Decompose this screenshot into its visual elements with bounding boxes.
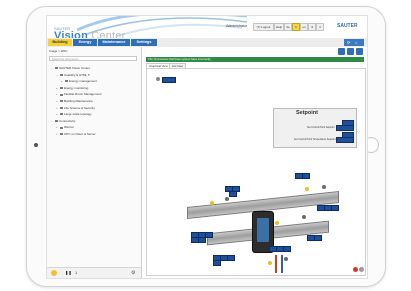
folder-icon <box>60 100 63 103</box>
sidebar: Image > WFC Search for documents − SAUTER… <box>47 47 142 278</box>
tree-item[interactable]: + Energy monitoring <box>56 86 88 90</box>
user-role-label: Administrator <box>226 24 248 28</box>
tree-item-label: WeCon <box>64 125 74 130</box>
home-icon[interactable]: ⌂ <box>355 40 357 45</box>
tab-maintenance[interactable]: Maintenance <box>98 39 130 46</box>
setpoint-row1-label: Set Control Point Setpoint <box>307 126 335 129</box>
sidebar-footer: ❚❚ 1 ⚙ <box>47 267 141 278</box>
info-notice: Info: Documents that have system have in… <box>146 57 364 62</box>
view-list-icon[interactable] <box>347 48 354 55</box>
status-indicator-icon <box>156 77 160 81</box>
pause-icon[interactable]: ❚❚ <box>65 270 72 276</box>
pump-icon[interactable] <box>268 261 272 265</box>
tree-item[interactable]: − SAUTER Vision Center <box>51 66 90 70</box>
tree-item-label: Energy management <box>69 79 97 84</box>
footer-counter: 1 <box>75 270 78 275</box>
tree-item-label: Connectivity <box>59 118 76 123</box>
setpoint-row2-control[interactable] <box>336 137 354 143</box>
tree-item[interactable]: + OPC on Client & Server <box>56 132 96 136</box>
unit-display <box>257 218 269 242</box>
nav-tools: ⟳ ⌂ <box>344 39 364 46</box>
refresh-icon[interactable]: ⟳ <box>347 40 350 45</box>
main-content: Info: Documents that have system have in… <box>142 47 367 278</box>
pipe-sensor-icon[interactable] <box>284 257 288 261</box>
tree-item[interactable]: + Life Science & Security <box>56 106 95 110</box>
tab-building[interactable]: Building <box>48 39 72 46</box>
breadcrumb[interactable]: Image > WFC <box>49 49 68 53</box>
value-badge[interactable] <box>302 173 310 179</box>
brand-logo: SAUTER <box>337 23 358 29</box>
folder-icon <box>60 113 63 116</box>
tree-item-label: OPC on Client & Server <box>64 132 96 136</box>
value-badge[interactable] <box>229 191 237 197</box>
lang-en-button[interactable]: en <box>300 23 308 31</box>
lang-nl-button[interactable]: nl <box>308 23 316 31</box>
folder-icon <box>55 67 58 70</box>
folder-icon <box>60 93 63 96</box>
tree-item[interactable]: − Usability & HTML 5 <box>56 73 90 77</box>
folder-icon <box>60 126 63 129</box>
tree-item[interactable]: + WeCon <box>56 125 74 129</box>
tree-item-label: Building Maintenance <box>64 99 93 103</box>
tab-settings[interactable]: Settings <box>131 39 157 46</box>
folder-icon <box>65 80 68 83</box>
fan-icon[interactable] <box>305 187 309 191</box>
tree-item-label: SAUTER Vision Center <box>59 66 90 70</box>
setpoint-panel: Setpoint Set Control Point Setpoint Set … <box>273 108 357 148</box>
folder-icon <box>60 87 63 89</box>
value-badge[interactable] <box>205 232 213 238</box>
setpoint-title: Setpoint <box>296 110 318 116</box>
fullscreen-icon[interactable] <box>356 48 363 55</box>
tree-item[interactable]: + Large scale topology <box>56 112 92 116</box>
valve-icon[interactable] <box>275 221 279 225</box>
tree-item-label: Large scale topology <box>64 112 92 117</box>
app-screen: SAUTER Vision Center Administrator (7) L… <box>46 15 368 279</box>
tablet-frame: SAUTER Vision Center Administrator (7) L… <box>26 6 386 287</box>
gear-icon[interactable]: ⚙ <box>131 270 135 276</box>
setpoint-row2-label: Set Control Point Temperature Setpoint <box>294 138 336 141</box>
tree-item-label: Energy monitoring <box>64 85 89 90</box>
status-value-badge[interactable] <box>162 77 176 83</box>
tree-item[interactable]: + Energy management <box>61 79 97 83</box>
camera-icon <box>34 143 38 147</box>
value-badge[interactable] <box>314 235 322 241</box>
tree-item-label: Usability & HTML 5 <box>64 72 90 77</box>
favorite-icon[interactable] <box>51 270 57 276</box>
filter-icon[interactable] <box>225 197 229 201</box>
tree-item[interactable]: + Flexible Room Management <box>56 92 102 96</box>
value-badge[interactable] <box>213 260 221 266</box>
folder-icon <box>60 73 63 76</box>
folder-icon <box>60 133 63 136</box>
logout-button[interactable]: (7) Logout <box>253 23 274 31</box>
lang-it-button[interactable]: it <box>316 23 324 31</box>
lang-de-button[interactable]: de <box>284 23 292 31</box>
value-badge[interactable] <box>331 205 339 211</box>
tree-item-label: Flexible Room Management <box>64 92 102 97</box>
hot-water-pipe <box>275 255 277 273</box>
tree-item-label: Life Science & Security <box>64 105 95 110</box>
sensor-icon[interactable] <box>322 185 326 189</box>
help-button[interactable]: Help <box>274 23 284 31</box>
cold-water-pipe <box>281 255 283 273</box>
damper-icon[interactable] <box>210 201 214 205</box>
plant-graphic: Setpoint Set Control Point Setpoint Set … <box>146 68 366 276</box>
lang-fr-button[interactable]: fr <box>292 23 300 31</box>
tree-item[interactable]: − Connectivity <box>51 119 75 123</box>
alarm-icon[interactable] <box>353 267 358 272</box>
value-badge[interactable] <box>283 246 291 252</box>
value-badge[interactable] <box>198 237 206 243</box>
view-grid-icon[interactable] <box>338 48 345 55</box>
content-toolbar <box>142 47 367 56</box>
folder-icon <box>55 120 58 122</box>
value-badge[interactable] <box>227 255 235 261</box>
sidebar-search-input[interactable]: Search for documents <box>49 56 137 61</box>
tree-item[interactable]: + Building Maintenance <box>56 99 93 103</box>
setpoint-row1-control[interactable] <box>336 125 354 131</box>
folder-icon <box>60 106 63 109</box>
tab-energy[interactable]: Energy <box>73 39 97 46</box>
main-nav: Building Energy Maintenance Settings ⟳ ⌂ <box>47 38 367 47</box>
return-fan-icon[interactable] <box>302 215 306 219</box>
settings-icon[interactable] <box>359 267 364 272</box>
